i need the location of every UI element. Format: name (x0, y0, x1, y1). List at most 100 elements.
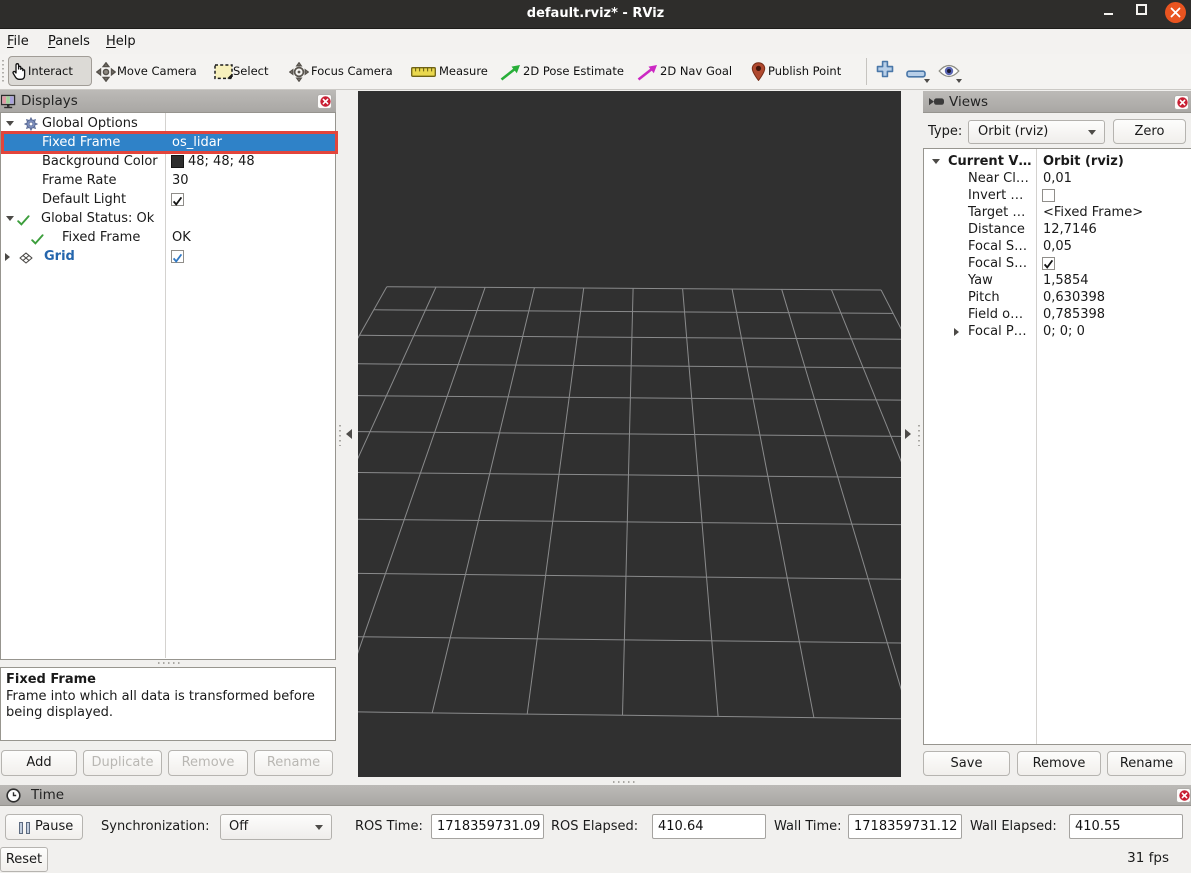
views-row-distance[interactable]: Distance 12,7146 (925, 221, 1191, 238)
property-value[interactable]: 48; 48; 48 (188, 152, 255, 171)
property-value[interactable]: 0,785398 (1043, 306, 1105, 323)
expander-down-icon[interactable] (932, 159, 940, 164)
tool-label: Move Camera (117, 54, 197, 89)
menu-item-file[interactable]: File (7, 30, 29, 54)
left-splitter-dots[interactable] (339, 425, 341, 446)
checkbox-checked[interactable] (171, 250, 184, 263)
remove-view-button[interactable]: Remove (1017, 751, 1101, 776)
menu-item-panels[interactable]: Panels (48, 30, 90, 54)
ros-time-input[interactable] (431, 814, 544, 839)
rename-view-button[interactable]: Rename (1107, 751, 1186, 776)
wall-elapsed-input[interactable] (1069, 814, 1183, 839)
property-label: Fixed Frame (62, 228, 140, 247)
pause-button[interactable]: Pause (5, 814, 83, 840)
views-row-invert-[interactable]: Invert … (925, 187, 1191, 204)
chevron-down-icon[interactable] (956, 79, 962, 83)
rename-display-button[interactable]: Rename (254, 750, 333, 776)
expander-down-icon[interactable] (6, 121, 14, 126)
displays-row-grid[interactable]: Grid (2, 247, 335, 266)
tool-label: Focus Camera (311, 54, 393, 89)
views-row-focal-p-[interactable]: Focal P…0; 0; 0 (925, 323, 1191, 340)
property-value[interactable]: 30 (172, 171, 189, 190)
views-row-near-cl-[interactable]: Near Cl…0,01 (925, 170, 1191, 187)
minus-icon[interactable] (906, 67, 926, 82)
views-row-yaw[interactable]: Yaw1,5854 (925, 272, 1191, 289)
expander-right-icon[interactable] (5, 253, 10, 261)
chevron-down-icon[interactable] (924, 79, 930, 83)
toolbar-drag-handle[interactable] (2, 60, 4, 84)
views-row-field-o-[interactable]: Field o…0,785398 (925, 306, 1191, 323)
property-value[interactable]: 12,7146 (1043, 221, 1097, 238)
displays-panel-header[interactable]: Displays (0, 90, 336, 113)
bottom-splitter-dots[interactable] (613, 781, 638, 783)
minimize-icon[interactable] (1104, 13, 1113, 15)
property-value[interactable]: OK (172, 228, 191, 247)
close-icon[interactable] (1165, 2, 1186, 23)
views-row-current-v-[interactable]: Current V… Orbit (rviz) (925, 153, 1191, 170)
time-panel-header[interactable]: Time (0, 785, 1191, 806)
property-label: Focal S… (968, 238, 1027, 255)
property-value[interactable]: <Fixed Frame> (1043, 204, 1143, 221)
views-panel-header[interactable]: Views (923, 91, 1191, 113)
add-display-button[interactable]: Add (1, 750, 77, 776)
pause-icon (19, 822, 23, 834)
views-row-focal-s-[interactable]: Focal S… (925, 255, 1191, 272)
synchronization-dropdown[interactable]: Off (220, 814, 332, 840)
views-row-focal-s-[interactable]: Focal S… 0,05 (925, 238, 1191, 255)
checkbox-unchecked[interactable] (1042, 189, 1055, 202)
time-close-icon[interactable] (1176, 788, 1191, 803)
property-description-body: Frame into which all data is transformed… (6, 689, 315, 721)
duplicate-display-button[interactable]: Duplicate (83, 750, 162, 776)
displays-row-background-color[interactable]: Background Color48; 48; 48 (2, 152, 335, 171)
property-value[interactable]: 1,5854 (1043, 272, 1089, 289)
property-value[interactable]: Orbit (rviz) (1043, 153, 1124, 170)
expander-down-icon[interactable] (6, 216, 14, 221)
wall-time-input[interactable] (848, 814, 962, 839)
wall-elapsed-label: Wall Elapsed: (970, 814, 1057, 840)
displays-close-icon[interactable] (317, 94, 332, 109)
chevron-down-icon (1088, 130, 1096, 135)
views-type-dropdown[interactable]: Orbit (rviz) (968, 120, 1105, 144)
displays-splitter-handle[interactable] (158, 662, 180, 664)
checkbox-checked[interactable] (171, 193, 184, 206)
render-viewport-3d[interactable] (358, 91, 901, 777)
expander-right-icon[interactable] (954, 328, 959, 336)
property-value[interactable]: 0,01 (1043, 170, 1072, 187)
reset-button[interactable]: Reset (0, 847, 48, 872)
publish-point-icon (751, 62, 766, 85)
collapse-left-panel-icon[interactable] (346, 429, 352, 439)
menu-item-help[interactable]: Help (106, 30, 136, 54)
maximize-icon[interactable] (1136, 4, 1147, 15)
displays-row-default-light[interactable]: Default Light (2, 190, 335, 209)
ros-time-label: ROS Time: (355, 814, 423, 840)
remove-display-button[interactable]: Remove (168, 750, 248, 776)
property-value[interactable]: 0,05 (1043, 238, 1072, 255)
time-panel-title: Time (31, 784, 64, 806)
tool-label: Select (233, 54, 268, 89)
zero-button[interactable]: Zero (1113, 119, 1186, 144)
displays-tree: Global OptionsFixed Frameos_lidarBackgro… (0, 113, 336, 660)
displays-row-frame-rate[interactable]: Frame Rate30 (2, 171, 335, 190)
views-row-target-[interactable]: Target … <Fixed Frame> (925, 204, 1191, 221)
right-splitter-dots[interactable] (918, 425, 920, 446)
checkbox-checked[interactable] (1042, 257, 1055, 270)
views-close-icon[interactable] (1174, 95, 1189, 110)
views-row-pitch[interactable]: Pitch0,630398 (925, 289, 1191, 306)
property-value[interactable]: 0; 0; 0 (1043, 323, 1085, 340)
plus-icon[interactable] (876, 60, 894, 82)
collapse-right-panel-icon[interactable] (905, 429, 911, 439)
property-value[interactable]: 0,630398 (1043, 289, 1105, 306)
title-bar: default.rviz* - RViz (0, 0, 1191, 29)
menu-bar: File Panels Help (0, 30, 1191, 54)
displays-row-global-status-ok[interactable]: Global Status: Ok (2, 209, 335, 228)
tool-label: Measure (439, 54, 488, 89)
property-label: Grid (44, 247, 75, 266)
tool-label: Publish Point (768, 54, 841, 89)
property-label: Current V… (948, 153, 1032, 170)
save-view-button[interactable]: Save (923, 751, 1010, 776)
property-label: Target … (968, 204, 1025, 221)
property-label: Distance (968, 221, 1025, 238)
tool-label: 2D Nav Goal (660, 54, 732, 89)
ros-elapsed-input[interactable] (652, 814, 766, 839)
displays-row-fixed-frame[interactable]: Fixed Frame OK (2, 228, 335, 247)
